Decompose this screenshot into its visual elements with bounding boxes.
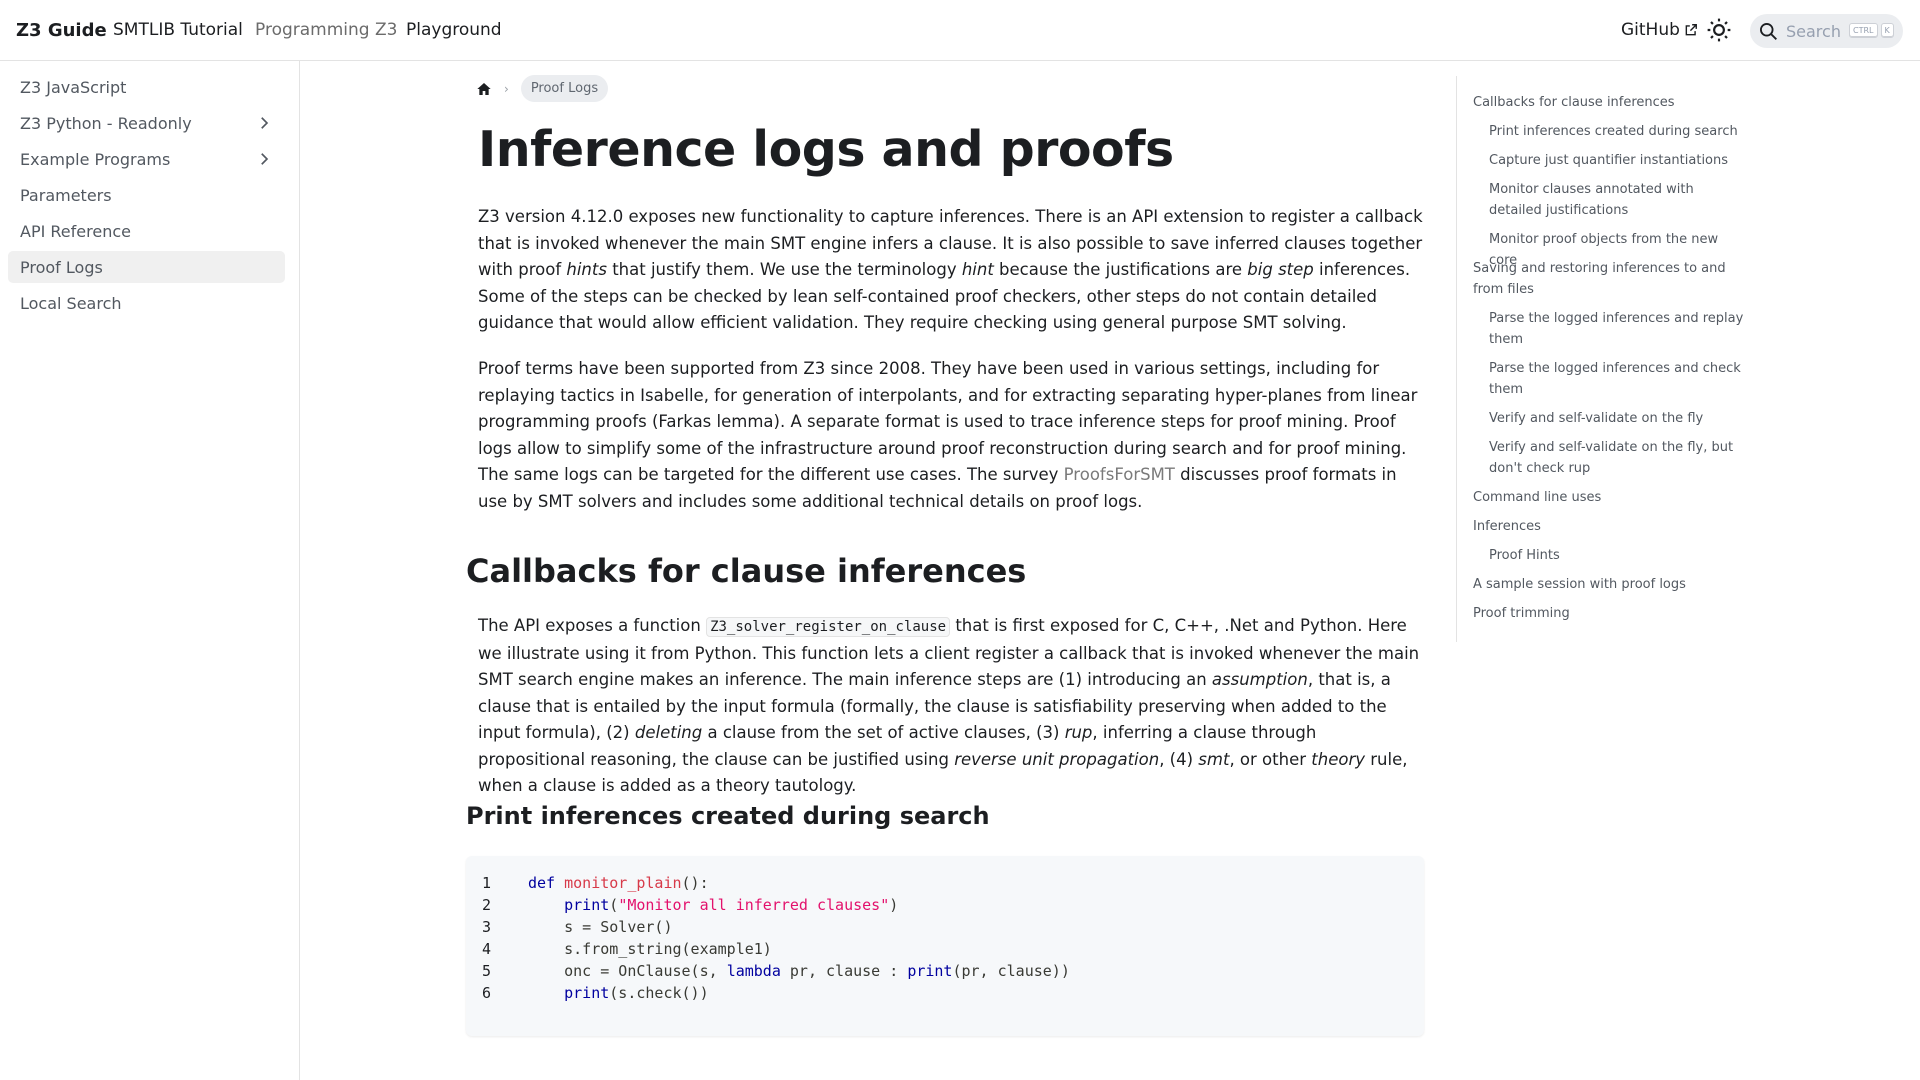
toc-link[interactable]: A sample session with proof logs: [1473, 574, 1745, 595]
search-shortcut: CTRL K: [1846, 23, 1894, 38]
line-number: 2: [482, 896, 492, 914]
nav-link-smtlib-tutorial[interactable]: SMTLIB Tutorial: [113, 20, 243, 40]
callbacks-paragraph: The API exposes a function Z3_solver_reg…: [478, 616, 1420, 795]
search-placeholder: Search: [1786, 21, 1841, 41]
breadcrumb-current: Proof Logs: [520, 75, 609, 102]
site-brand[interactable]: Z3 Guide: [16, 20, 107, 41]
toc-link[interactable]: Verify and self-validate on the fly: [1489, 408, 1745, 429]
sidebar-item-z3-python-readonly[interactable]: Z3 Python - Readonly: [8, 107, 285, 139]
line-number: 6: [482, 984, 492, 1002]
code-line: 2 print("Monitor all inferred clauses"): [466, 894, 1424, 916]
code-line: 3 s = Solver(): [466, 916, 1424, 938]
kbd-ctrl: CTRL: [1849, 23, 1878, 38]
toc-link[interactable]: Command line uses: [1473, 487, 1745, 508]
section-heading-callbacks: Callbacks for clause inferences: [466, 552, 1027, 590]
sidebar-item-proof-logs[interactable]: Proof Logs: [8, 251, 285, 283]
line-number: 5: [482, 962, 492, 980]
toc-link[interactable]: Parse the logged inferences and check th…: [1489, 358, 1745, 400]
toc-link[interactable]: Saving and restoring inferences to and f…: [1473, 258, 1745, 300]
nav-link-playground[interactable]: Playground: [406, 20, 502, 40]
intro-paragraph-1: Z3 version 4.12.0 exposes new functional…: [478, 207, 1423, 332]
nav-link-github[interactable]: GitHub: [1621, 20, 1698, 40]
code-line: 1 def monitor_plain():: [466, 872, 1424, 894]
page-title: Inference logs and proofs: [478, 121, 1174, 178]
sidebar-item-label: Z3 JavaScript: [20, 77, 127, 97]
theme-toggle-sun-icon[interactable]: [1706, 17, 1732, 43]
code-line: 6 print(s.check()): [466, 982, 1424, 1004]
docs-sidebar: Z3 JavaScript Z3 Python - Readonly Examp…: [0, 61, 300, 1080]
line-number: 3: [482, 918, 492, 936]
toc-link[interactable]: Monitor clauses annotated with detailed …: [1489, 179, 1745, 221]
toc-link[interactable]: Proof Hints: [1489, 545, 1745, 566]
breadcrumb: › Proof Logs: [476, 75, 609, 102]
toc-link[interactable]: Callbacks for clause inferences: [1473, 92, 1745, 113]
code-line: 4 s.from_string(example1): [466, 938, 1424, 960]
toc-link[interactable]: Parse the logged inferences and replay t…: [1489, 308, 1745, 350]
github-label: GitHub: [1621, 20, 1680, 40]
sidebar-item-label: Z3 Python - Readonly: [20, 113, 192, 133]
toc-link[interactable]: Print inferences created during search: [1489, 121, 1745, 142]
sidebar-item-example-programs[interactable]: Example Programs: [8, 143, 285, 175]
sidebar-item-label: Parameters: [20, 185, 112, 205]
inline-code: Z3_solver_register_on_clause: [706, 617, 951, 637]
chevron-right-icon[interactable]: [255, 150, 273, 168]
proofsforsmt-link[interactable]: ProofsForSMT: [1064, 465, 1175, 484]
search-icon: [1760, 23, 1777, 40]
sidebar-item-local-search[interactable]: Local Search: [8, 287, 285, 319]
intro-paragraph-2: Proof terms have been supported from Z3 …: [478, 359, 1418, 511]
subsection-heading-print-inferences: Print inferences created during search: [466, 802, 990, 830]
search-button[interactable]: Search CTRL K: [1750, 14, 1903, 48]
sidebar-item-label: Example Programs: [20, 149, 171, 169]
code-block[interactable]: 1 def monitor_plain(): 2 print("Monitor …: [466, 856, 1424, 1036]
kbd-k: K: [1880, 23, 1894, 38]
toc-link[interactable]: Verify and self-validate on the fly, but…: [1489, 437, 1745, 479]
line-number: 1: [482, 874, 492, 892]
navbar: Z3 Guide SMTLIB Tutorial Programming Z3 …: [0, 0, 1920, 61]
home-icon[interactable]: [476, 81, 492, 97]
sidebar-item-api-reference[interactable]: API Reference: [8, 215, 285, 247]
toc-link[interactable]: Capture just quantifier instantiations: [1489, 150, 1745, 171]
nav-link-programming-z3[interactable]: Programming Z3: [255, 20, 397, 40]
sidebar-item-parameters[interactable]: Parameters: [8, 179, 285, 211]
toc-link[interactable]: Proof trimming: [1473, 603, 1745, 624]
chevron-right-icon[interactable]: [255, 114, 273, 132]
sidebar-item-z3-javascript[interactable]: Z3 JavaScript: [8, 71, 285, 103]
sidebar-item-label: Local Search: [20, 293, 122, 313]
chevron-right-icon: ›: [504, 81, 509, 96]
table-of-contents: Callbacks for clause inferences Print in…: [1456, 76, 1746, 642]
sidebar-item-label: Proof Logs: [20, 257, 103, 277]
external-link-icon: [1685, 24, 1697, 36]
line-number: 4: [482, 940, 492, 958]
code-line: 5 onc = OnClause(s, lambda pr, clause : …: [466, 960, 1424, 982]
sidebar-item-label: API Reference: [20, 221, 131, 241]
toc-link[interactable]: Inferences: [1473, 516, 1745, 537]
